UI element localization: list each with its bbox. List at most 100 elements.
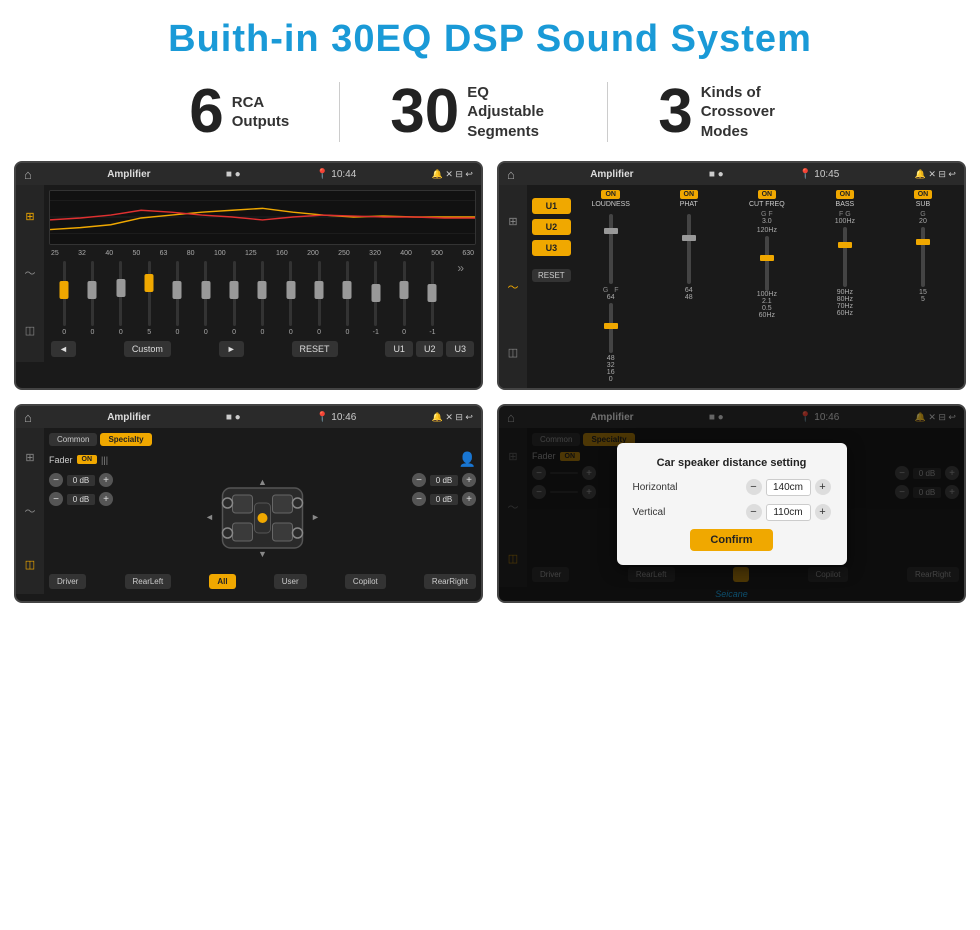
sidebar-icon-speaker[interactable]: ◫ [22, 321, 38, 340]
sidebar-fader: ⊞ 〜 ◫ [16, 428, 44, 594]
all-btn[interactable]: All [209, 574, 235, 589]
sidebar-icon-wave2[interactable]: 〜 [505, 276, 522, 298]
sidebar-icon-wave[interactable]: 〜 [22, 262, 39, 284]
phat-on[interactable]: ON [680, 190, 699, 199]
vol-plus-3[interactable]: + [462, 473, 476, 487]
play-btn[interactable]: ► [219, 341, 244, 357]
horizontal-label: Horizontal [633, 482, 678, 493]
android-bar-3: ⌂ Amplifier ■ ● 📍 10:46 🔔 ✕ ⊟ ↩ [16, 406, 481, 428]
eq-bottom-controls: ◄ Custom ► RESET U1 U2 U3 [49, 341, 476, 357]
svg-text:◄: ◄ [205, 512, 214, 522]
fader-tabs: Common Specialty [49, 433, 476, 446]
u2-btn-1[interactable]: U2 [416, 341, 444, 357]
status-1: 📍 10:44 [316, 169, 356, 180]
confirm-button[interactable]: Confirm [690, 529, 772, 551]
svg-text:▼: ▼ [258, 549, 267, 559]
dialog-overlay: Car speaker distance setting Horizontal … [499, 406, 964, 601]
stats-row: 6 RCAOutputs 30 EQ AdjustableSegments 3 … [0, 71, 980, 161]
sidebar-icon-settings[interactable]: ⊞ [22, 207, 37, 226]
horizontal-controls: − 140cm + [746, 479, 831, 496]
tab-common[interactable]: Common [49, 433, 97, 446]
u3-btn-1[interactable]: U3 [446, 341, 474, 357]
horizontal-row: Horizontal − 140cm + [633, 479, 831, 496]
vol-minus-4[interactable]: − [412, 492, 426, 506]
bass-on[interactable]: ON [836, 190, 855, 199]
home-icon-2[interactable]: ⌂ [507, 167, 515, 182]
stat-rca: 6 RCAOutputs [139, 81, 339, 143]
driver-btn[interactable]: Driver [49, 574, 86, 589]
fader-label: Fader [49, 455, 73, 465]
stat-number-6: 6 [189, 81, 223, 143]
screens-grid: ⌂ Amplifier ■ ● 📍 10:44 🔔 ✕ ⊟ ↩ ⊞ 〜 ◫ [0, 161, 980, 613]
rearright-btn[interactable]: RearRight [424, 574, 476, 589]
media-icons-1: ■ ● [226, 169, 241, 180]
stat-label-rca: RCAOutputs [232, 93, 290, 132]
app-title-1: Amplifier [107, 169, 150, 180]
action-icons-2: 🔔 ✕ ⊟ ↩ [915, 169, 956, 180]
sidebar-crossover: ⊞ 〜 ◫ [499, 185, 527, 388]
stat-label-crossover: Kinds ofCrossover Modes [701, 83, 791, 142]
home-icon-3[interactable]: ⌂ [24, 410, 32, 425]
reset-btn-1[interactable]: RESET [292, 341, 338, 357]
u-buttons-col: U1 U2 U3 RESET [532, 190, 571, 383]
distance-dialog: Car speaker distance setting Horizontal … [617, 443, 847, 565]
cutfreq-on[interactable]: ON [758, 190, 777, 199]
u3-select[interactable]: U3 [532, 240, 571, 256]
stat-eq: 30 EQ AdjustableSegments [340, 81, 607, 143]
vertical-controls: − 110cm + [746, 504, 831, 521]
tab-specialty[interactable]: Specialty [100, 433, 151, 446]
vol-row-3: − 0 dB + [412, 473, 476, 487]
vol-val-1: 0 dB [67, 475, 95, 486]
app-title-2: Amplifier [590, 169, 633, 180]
screen-eq: ⌂ Amplifier ■ ● 📍 10:44 🔔 ✕ ⊟ ↩ ⊞ 〜 ◫ [14, 161, 483, 390]
app-title-3: Amplifier [107, 412, 150, 423]
u1-select[interactable]: U1 [532, 198, 571, 214]
vol-minus-1[interactable]: − [49, 473, 63, 487]
screen-dialog: ⌂ Amplifier ■ ● 📍 10:46 🔔 ✕ ⊟ ↩ ⊞ 〜 ◫ Co… [497, 404, 966, 603]
u1-btn-1[interactable]: U1 [385, 341, 413, 357]
horizontal-plus[interactable]: + [815, 479, 831, 495]
vol-minus-3[interactable]: − [412, 473, 426, 487]
vertical-plus[interactable]: + [815, 504, 831, 520]
phat-label: PHAT [680, 201, 698, 208]
user-icon[interactable]: 👤 [459, 451, 476, 468]
android-bar-2: ⌂ Amplifier ■ ● 📍 10:45 🔔 ✕ ⊟ ↩ [499, 163, 964, 185]
vol-val-4: 0 dB [430, 494, 458, 505]
media-icons-3: ■ ● [226, 412, 241, 423]
eq-freq-labels: 253240506380100125160200250320400500630 [49, 250, 476, 257]
channels-area: ON LOUDNESS GF 64 48 32 16 0 [575, 190, 959, 383]
vertical-row: Vertical − 110cm + [633, 504, 831, 521]
u2-select[interactable]: U2 [532, 219, 571, 235]
dialog-title: Car speaker distance setting [633, 457, 831, 469]
user-preset-btn[interactable]: User [274, 574, 307, 589]
sidebar-icon-eq[interactable]: ⊞ [505, 212, 520, 231]
action-icons-1: 🔔 ✕ ⊟ ↩ [432, 169, 473, 180]
vol-plus-1[interactable]: + [99, 473, 113, 487]
sidebar-icon-speaker2[interactable]: ◫ [505, 343, 521, 362]
copilot-btn[interactable]: Copilot [345, 574, 386, 589]
loudness-label: LOUDNESS [591, 201, 630, 208]
vertical-minus[interactable]: − [746, 504, 762, 520]
speaker-diagram: ▲ ▼ ◄ ► [119, 473, 406, 568]
sub-on[interactable]: ON [914, 190, 933, 199]
vol-plus-2[interactable]: + [99, 492, 113, 506]
vol-val-3: 0 dB [430, 475, 458, 486]
horizontal-minus[interactable]: − [746, 479, 762, 495]
page-title: Buith-in 30EQ DSP Sound System [0, 0, 980, 71]
sidebar-icon-f3[interactable]: ◫ [22, 555, 38, 574]
custom-mode-btn[interactable]: Custom [124, 341, 171, 357]
rearleft-btn[interactable]: RearLeft [125, 574, 172, 589]
prev-btn[interactable]: ◄ [51, 341, 76, 357]
svg-text:▲: ▲ [258, 477, 267, 487]
vol-minus-2[interactable]: − [49, 492, 63, 506]
home-icon-1[interactable]: ⌂ [24, 167, 32, 182]
reset-crossover[interactable]: RESET [532, 269, 571, 282]
stat-number-3: 3 [658, 81, 692, 143]
vol-row-2: − 0 dB + [49, 492, 113, 506]
sidebar-icon-f1[interactable]: ⊞ [22, 448, 37, 467]
loudness-on[interactable]: ON [601, 190, 620, 199]
screen-fader: ⌂ Amplifier ■ ● 📍 10:46 🔔 ✕ ⊟ ↩ ⊞ 〜 ◫ Co… [14, 404, 483, 603]
vol-plus-4[interactable]: + [462, 492, 476, 506]
vol-row-4: − 0 dB + [412, 492, 476, 506]
sidebar-icon-f2[interactable]: 〜 [22, 500, 39, 522]
